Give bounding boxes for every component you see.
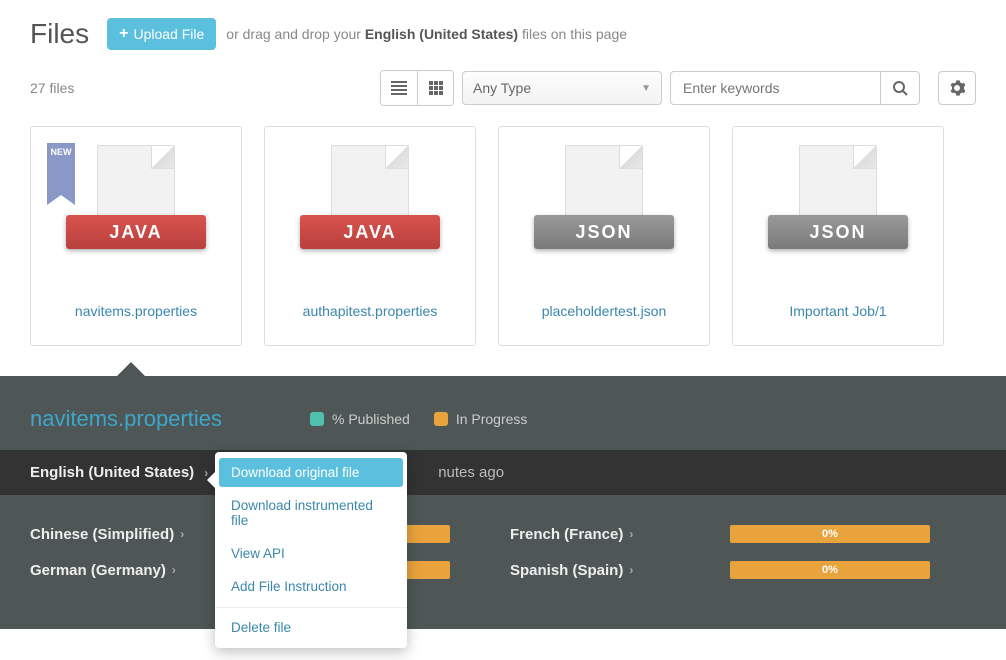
file-card[interactable]: NEW JAVA navitems.properties (30, 126, 242, 346)
chevron-right-icon: › (629, 563, 633, 577)
file-format-badge: JSON (534, 215, 674, 249)
locale-name: Spanish (Spain) › (510, 562, 690, 579)
progress-bar: 0% (730, 561, 930, 579)
upload-label: Upload File (133, 26, 204, 42)
locale-name: German (Germany) › (30, 562, 210, 579)
grid-icon (429, 81, 443, 95)
locale-row[interactable]: French (France) › 0% (510, 525, 930, 543)
page-title: Files (30, 18, 89, 50)
source-locale-row[interactable]: English (United States) › nutes ago (0, 450, 1006, 495)
locale-name: Chinese (Simplified) › (30, 526, 210, 543)
source-locale-name: English (United States) (30, 464, 194, 481)
file-card[interactable]: JSON Important Job/1 (732, 126, 944, 346)
menu-download-instrumented[interactable]: Download instrumented file (215, 489, 407, 537)
file-format-badge: JAVA (300, 215, 440, 249)
drag-drop-hint: or drag and drop your English (United St… (226, 26, 627, 42)
upload-file-button[interactable]: + Upload File (107, 18, 216, 50)
file-card[interactable]: JSON placeholdertest.json (498, 126, 710, 346)
legend-published: % Published (310, 411, 410, 427)
view-toggle (380, 70, 454, 106)
detail-file-title: navitems.properties (30, 406, 222, 432)
menu-view-api[interactable]: View API (215, 537, 407, 570)
menu-download-original[interactable]: Download original file (219, 458, 403, 487)
settings-button[interactable] (938, 71, 976, 105)
published-swatch-icon (310, 412, 324, 426)
progress-bar: 0% (730, 525, 930, 543)
menu-delete-file[interactable]: Delete file (215, 607, 407, 644)
plus-icon: + (119, 25, 128, 43)
chevron-right-icon: › (180, 527, 184, 541)
updated-time: nutes ago (438, 464, 504, 481)
new-badge: NEW (47, 143, 75, 195)
grid-view-button[interactable] (417, 71, 453, 105)
file-name-link[interactable]: navitems.properties (75, 303, 197, 319)
chevron-right-icon: › (629, 527, 633, 541)
list-view-button[interactable] (381, 71, 417, 105)
locale-name: French (France) › (510, 526, 690, 543)
file-name-link[interactable]: placeholdertest.json (542, 303, 667, 319)
file-format-badge: JSON (768, 215, 908, 249)
file-name-link[interactable]: authapitest.properties (303, 303, 438, 319)
chevron-down-icon: ▼ (641, 83, 651, 94)
file-format-badge: JAVA (66, 215, 206, 249)
locale-row[interactable]: Spanish (Spain) › 0% (510, 561, 930, 579)
file-actions-menu: Download original file Download instrume… (215, 452, 407, 648)
type-filter-value: Any Type (473, 80, 531, 96)
file-name-link[interactable]: Important Job/1 (789, 303, 886, 319)
inprogress-swatch-icon (434, 412, 448, 426)
chevron-right-icon: › (172, 563, 176, 577)
legend-in-progress: In Progress (434, 411, 528, 427)
menu-add-instruction[interactable]: Add File Instruction (215, 570, 407, 603)
gear-icon (949, 80, 965, 96)
list-icon (391, 81, 407, 95)
search-button[interactable] (880, 71, 920, 105)
file-card[interactable]: JAVA authapitest.properties (264, 126, 476, 346)
search-input[interactable] (670, 71, 880, 105)
search-icon (893, 81, 908, 96)
file-count: 27 files (30, 80, 74, 96)
type-filter-select[interactable]: Any Type ▼ (462, 71, 662, 105)
